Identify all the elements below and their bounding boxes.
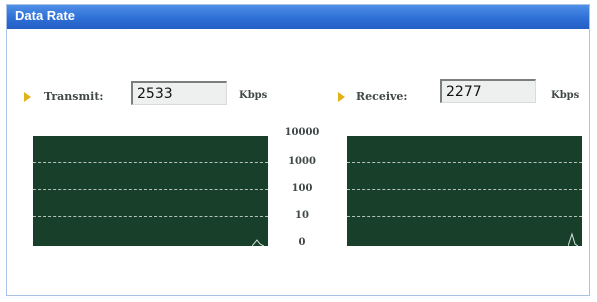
scale-tick: 100 <box>291 183 313 194</box>
graph-gridline <box>33 189 268 190</box>
receive-traffic-trace <box>568 232 578 246</box>
transmit-traffic-trace <box>252 239 264 246</box>
receive-rate-field: 2277 <box>440 79 536 103</box>
scale-tick: 0 <box>298 237 306 248</box>
graph-gridline <box>347 189 582 190</box>
receive-unit: Kbps <box>551 90 580 101</box>
graph-gridline <box>347 216 582 217</box>
scale-tick: 1000 <box>288 156 316 167</box>
panel-title: Data Rate <box>15 8 75 23</box>
transmit-rate-field: 2533 <box>131 81 227 105</box>
graph-gridline <box>347 162 582 163</box>
title-bar: Data Rate <box>7 5 589 29</box>
graph-gridline <box>33 216 268 217</box>
receive-label: Receive: <box>356 90 408 103</box>
receive-graph <box>347 136 582 246</box>
receive-arrow-icon <box>338 92 345 102</box>
graph-gridline <box>33 162 268 163</box>
transmit-unit: Kbps <box>239 90 268 101</box>
transmit-label: Transmit: <box>44 90 104 103</box>
scale-tick: 10 <box>295 210 309 221</box>
transmit-arrow-icon <box>24 92 31 102</box>
scale-tick: 10000 <box>284 127 320 138</box>
transmit-graph <box>33 136 268 246</box>
data-rate-panel: Data Rate Transmit: 2533 Kbps Receive: 2… <box>6 4 590 296</box>
